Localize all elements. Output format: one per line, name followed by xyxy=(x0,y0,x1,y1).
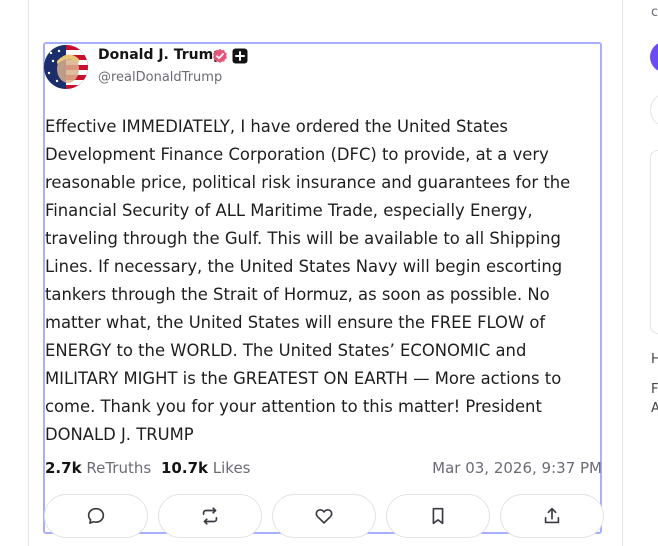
sidebar-fragment-a: A xyxy=(651,401,658,416)
post-text: Effective IMMEDIATELY, I have ordered th… xyxy=(45,117,571,444)
sidebar-fragment-top: c xyxy=(651,5,658,20)
retruths-stat[interactable]: 2.7k ReTruths xyxy=(45,459,151,477)
reply-button[interactable] xyxy=(44,494,148,538)
likes-count: 10.7k xyxy=(161,459,208,477)
page: Donald J. Trump @realDonaldTrump Effecti… xyxy=(0,0,658,546)
like-button[interactable] xyxy=(272,494,376,538)
verified-badge-icon xyxy=(213,48,227,63)
share-button[interactable] xyxy=(500,494,604,538)
heart-icon xyxy=(315,508,333,524)
handle[interactable]: @realDonaldTrump xyxy=(98,70,222,85)
sidebar-fragment-h: H xyxy=(651,352,658,367)
feed-divider-right xyxy=(622,0,623,546)
plus-badge-icon xyxy=(232,48,248,64)
retruths-label: ReTruths xyxy=(86,459,152,477)
repost-icon xyxy=(202,507,218,525)
avatar-image xyxy=(44,45,88,89)
retruth-button[interactable] xyxy=(158,494,262,538)
likes-stat[interactable]: 10.7k Likes xyxy=(161,459,251,477)
feed-divider-left xyxy=(28,0,29,546)
bookmark-icon xyxy=(432,507,444,525)
sidebar-round-button[interactable] xyxy=(650,93,658,127)
retruths-count: 2.7k xyxy=(45,459,82,477)
bookmark-button[interactable] xyxy=(386,494,490,538)
display-name[interactable]: Donald J. Trump xyxy=(98,47,223,63)
timestamp[interactable]: Mar 03, 2026, 9:37 PM xyxy=(432,459,602,477)
sidebar-panel xyxy=(650,150,658,334)
avatar[interactable] xyxy=(44,45,88,89)
likes-label: Likes xyxy=(212,459,251,477)
sidebar-compose-button[interactable] xyxy=(650,41,658,73)
comment-icon xyxy=(87,507,105,524)
share-icon xyxy=(544,507,560,524)
sidebar-fragment-f: F xyxy=(651,382,658,397)
